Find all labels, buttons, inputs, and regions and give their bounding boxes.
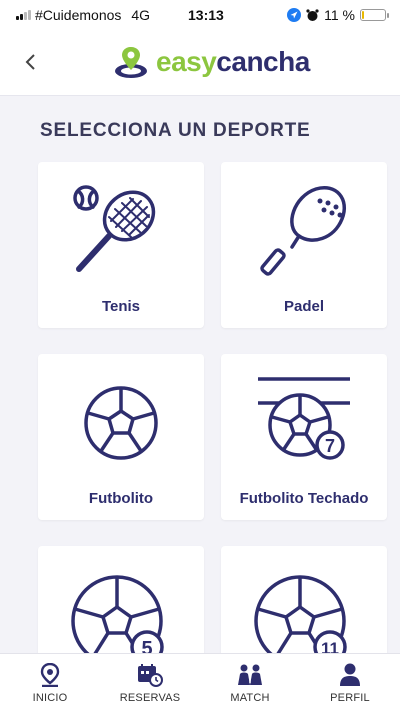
nav-label: PERFIL [330,692,370,704]
page-title: SELECCIONA UN DEPORTE [40,120,311,141]
logo-easy: easy [156,46,217,77]
alarm-icon [306,8,319,21]
status-time: 13:13 [188,7,224,23]
logo-pin-icon [115,47,147,78]
status-right: 11 % [287,7,389,23]
status-bar: #Cuidemonos 4G 13:13 11 % [0,0,400,30]
bottom-nav: INICIO RESERVAS MATCH PERFIL [0,653,400,711]
calendar-clock-icon [138,664,163,687]
tennis-racket-icon [73,185,156,272]
sport-card-tenis[interactable]: Tenis [38,162,204,328]
sport-label: Futbolito [88,490,154,507]
app-logo: easycancha [114,44,310,80]
status-left: #Cuidemonos 4G [16,7,150,23]
signal-icon [16,10,31,20]
sport-card-futbolito[interactable]: Futbolito [38,354,204,520]
indoor-soccer-7-icon: 7 [258,377,350,460]
people-icon [238,664,262,685]
battery-level [362,11,364,19]
nav-match[interactable]: MATCH [200,654,300,711]
battery-percent: 11 % [324,7,355,23]
nav-label: MATCH [230,692,270,704]
sport-card-padel[interactable]: Padel [221,162,387,328]
carrier-name: #Cuidemonos [35,7,122,23]
sport-label: Futbolito Techado [239,490,369,507]
logo-cancha: cancha [216,46,310,77]
user-icon [340,663,360,686]
battery-icon [360,9,389,21]
badge-7: 7 [325,436,335,456]
nav-label: INICIO [32,692,68,704]
nav-reservas[interactable]: RESERVAS [100,654,200,711]
back-button[interactable] [18,48,42,76]
logo-text: easycancha [156,46,310,78]
nav-perfil[interactable]: PERFIL [300,654,400,711]
nav-inicio[interactable]: INICIO [0,654,100,711]
sport-label: Padel [283,298,325,315]
padel-racket-icon [260,186,346,276]
sport-card-futbolito-techado[interactable]: 7 Futbolito Techado [221,354,387,520]
app-header: easycancha [0,30,400,96]
network-type: 4G [131,7,151,23]
location-arrow-icon [287,8,302,22]
location-pin-icon [40,663,60,687]
nav-label: RESERVAS [119,692,181,704]
soccer-ball-icon [84,386,158,460]
sport-label: Tenis [101,298,141,315]
chevron-left-icon [25,54,35,70]
